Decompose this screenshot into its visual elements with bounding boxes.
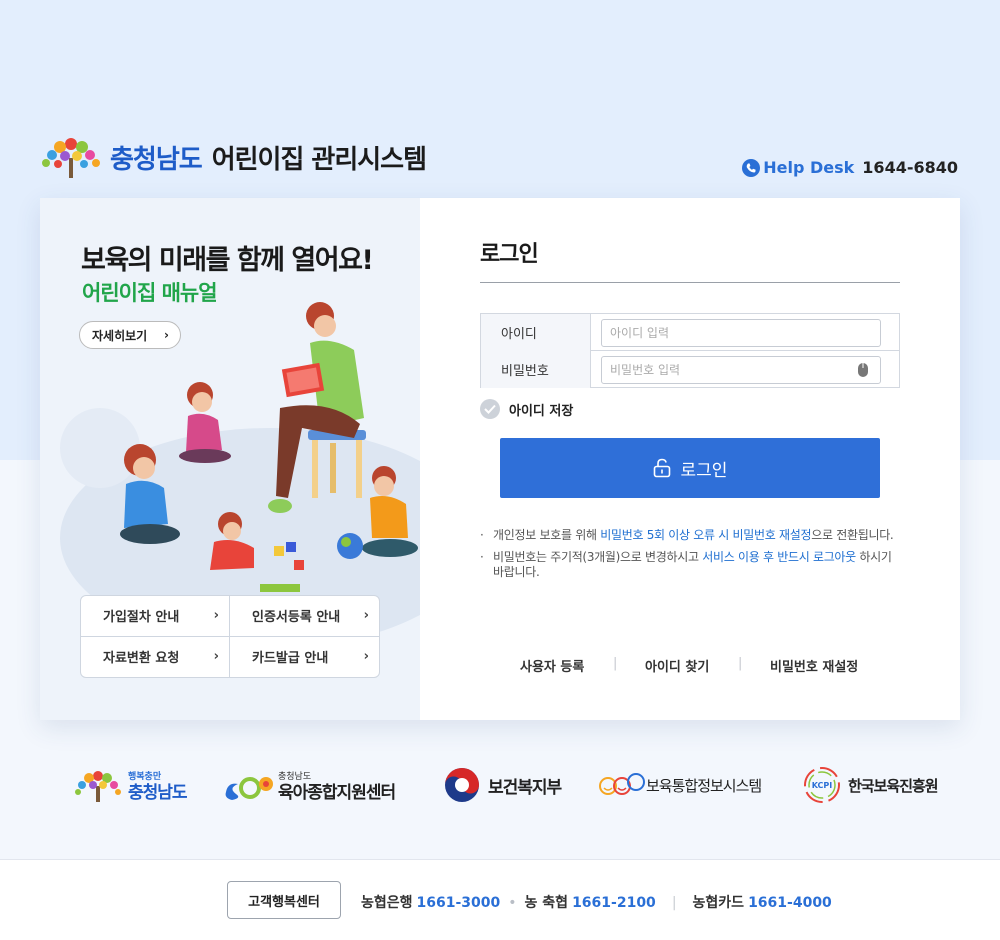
promo-subline: 어린이집 매뉴얼 bbox=[82, 281, 218, 305]
customer-center-label: 고객행복센터 bbox=[248, 894, 320, 910]
kcpi-badge-text: KCPI bbox=[812, 781, 833, 790]
password-label: 비밀번호 bbox=[481, 351, 591, 388]
password-input[interactable] bbox=[601, 356, 881, 384]
notice-item: · 개인정보 보호를 위해 비밀번호 5회 이상 오류 시 비밀번호 재설정으로 … bbox=[480, 528, 894, 542]
divider: | bbox=[613, 656, 618, 671]
promo-headline: 보육의 미래를 함께 열어요! bbox=[81, 245, 374, 276]
save-id-checkbox[interactable]: 아이디 저장 bbox=[480, 399, 573, 419]
partner-name: 한국보육진흥원 bbox=[848, 776, 939, 795]
kcpi-logo-icon: KCPI bbox=[804, 767, 840, 803]
partner-name: 보건복지부 bbox=[488, 777, 562, 798]
data-conversion-label: 자료변환 요청 bbox=[103, 651, 180, 667]
site-logo[interactable]: 충청남도 어린이집 관리시스템 bbox=[40, 134, 427, 180]
helpdesk: Help Desk 1644-6840 bbox=[742, 158, 958, 177]
bank-name: 농협카드 bbox=[692, 895, 745, 911]
chevron-right-icon: › bbox=[164, 328, 169, 342]
smiley-faces-logo-icon bbox=[599, 773, 645, 795]
card-issuance-label: 카드발급 안내 bbox=[252, 651, 329, 667]
notice-highlight: 서비스 이용 후 반드시 로그아웃 bbox=[702, 550, 856, 564]
id-row: 아이디 bbox=[481, 314, 899, 351]
bank-contacts: 농협은행 1661-3000 • 농 축협 1661-2100 | 농협카드 1661-400… bbox=[361, 892, 832, 912]
partner-ministry[interactable]: 보건복지부 bbox=[444, 760, 562, 810]
virtual-keyboard-icon[interactable] bbox=[857, 362, 869, 378]
chevron-right-icon: › bbox=[213, 648, 219, 664]
view-details-label: 자세히보기 bbox=[92, 328, 148, 343]
notice-item: · 비밀번호는 주기적(3개월)으로 변경하시고 서비스 이용 후 반드시 로그아… bbox=[480, 550, 892, 579]
id-label: 아이디 bbox=[481, 314, 591, 351]
flower-tree-logo-icon bbox=[42, 138, 100, 178]
divider bbox=[480, 282, 900, 283]
certificate-guide-link[interactable]: 인증서등록 안내 › bbox=[230, 596, 379, 637]
card-issuance-link[interactable]: 카드발급 안내 › bbox=[230, 637, 379, 678]
partner-childcare-center[interactable]: 충청남도 육아종합지원센터 bbox=[222, 760, 396, 810]
id-input[interactable] bbox=[601, 319, 881, 347]
certificate-guide-label: 인증서등록 안내 bbox=[252, 610, 341, 626]
childcare-center-logo-icon bbox=[225, 777, 273, 800]
signup-guide-link[interactable]: 가입절차 안내 › bbox=[81, 596, 230, 637]
signup-guide-label: 가입절차 안내 bbox=[103, 610, 180, 626]
divider: | bbox=[671, 895, 677, 911]
bank-phone: 1661-2100 bbox=[572, 895, 656, 911]
login-notice: · 개인정보 보호를 위해 비밀번호 5회 이상 오류 시 비밀번호 재설정으로 … bbox=[480, 528, 900, 587]
check-icon bbox=[480, 399, 500, 419]
notice-highlight: 비밀번호 5회 이상 오류 시 비밀번호 재설정 bbox=[600, 528, 812, 542]
login-form: 아이디 비밀번호 bbox=[480, 313, 900, 388]
account-links: 사용자 등록 | 아이디 찾기 | 비밀번호 재설정 bbox=[480, 656, 940, 676]
chevron-right-icon: › bbox=[363, 648, 369, 664]
unlock-icon bbox=[653, 458, 670, 478]
taegeuk-emblem-icon bbox=[445, 768, 479, 802]
helpdesk-label: Help Desk bbox=[763, 158, 855, 177]
chevron-right-icon: › bbox=[363, 608, 369, 623]
login-button[interactable]: 로그인 bbox=[500, 438, 880, 498]
partner-name: 충청남도 bbox=[128, 783, 188, 803]
phone-icon bbox=[742, 158, 761, 177]
partner-name: 보육통합정보시스템 bbox=[646, 776, 762, 795]
login-title: 로그인 bbox=[480, 242, 539, 267]
customer-center-button[interactable]: 고객행복센터 bbox=[227, 881, 341, 919]
save-id-label: 아이디 저장 bbox=[509, 403, 574, 419]
province-name: 충청남도 bbox=[110, 144, 203, 175]
main-card: 보육의 미래를 함께 열어요! 어린이집 매뉴얼 자세히보기 › 가입절차 안내… bbox=[40, 198, 960, 720]
flower-tree-logo-icon bbox=[75, 771, 121, 802]
partner-chungnam[interactable]: 행복충만 충청남도 bbox=[74, 760, 188, 810]
partner-kcpi[interactable]: KCPI 한국보육진흥원 bbox=[802, 760, 939, 810]
bank-name: 농협은행 bbox=[361, 895, 413, 911]
bank-phone: 1661-4000 bbox=[748, 895, 832, 911]
partner-integrated-system[interactable]: 보육통합정보시스템 bbox=[598, 760, 762, 810]
view-details-button[interactable]: 자세히보기 › bbox=[79, 321, 181, 349]
partner-name: 육아종합지원센터 bbox=[278, 783, 396, 803]
divider: | bbox=[738, 656, 743, 671]
bank-phone: 1661-3000 bbox=[416, 895, 501, 911]
quick-links: 가입절차 안내 › 인증서등록 안내 › 자료변환 요청 › 카드발급 안내 › bbox=[80, 595, 380, 678]
bank-name: 농 축협 bbox=[524, 895, 569, 911]
login-button-label: 로그인 bbox=[680, 460, 728, 481]
system-title: 어린이집 관리시스템 bbox=[211, 144, 427, 175]
partner-logos: 행복충만 충청남도 충청남도 육아종합지원센터 보건복지부 보육통합정보시스템 … bbox=[0, 760, 1000, 810]
helpdesk-number: 1644-6840 bbox=[862, 158, 958, 177]
promo-panel: 보육의 미래를 함께 열어요! 어린이집 매뉴얼 자세히보기 › 가입절차 안내… bbox=[40, 198, 420, 720]
chevron-right-icon: › bbox=[213, 608, 219, 623]
find-id-link[interactable]: 아이디 찾기 bbox=[645, 656, 709, 675]
register-link[interactable]: 사용자 등록 bbox=[520, 656, 584, 675]
data-conversion-link[interactable]: 자료변환 요청 › bbox=[81, 636, 230, 677]
reset-password-link[interactable]: 비밀번호 재설정 bbox=[770, 656, 858, 675]
separator-dot: • bbox=[508, 895, 517, 911]
password-row: 비밀번호 bbox=[481, 351, 899, 388]
